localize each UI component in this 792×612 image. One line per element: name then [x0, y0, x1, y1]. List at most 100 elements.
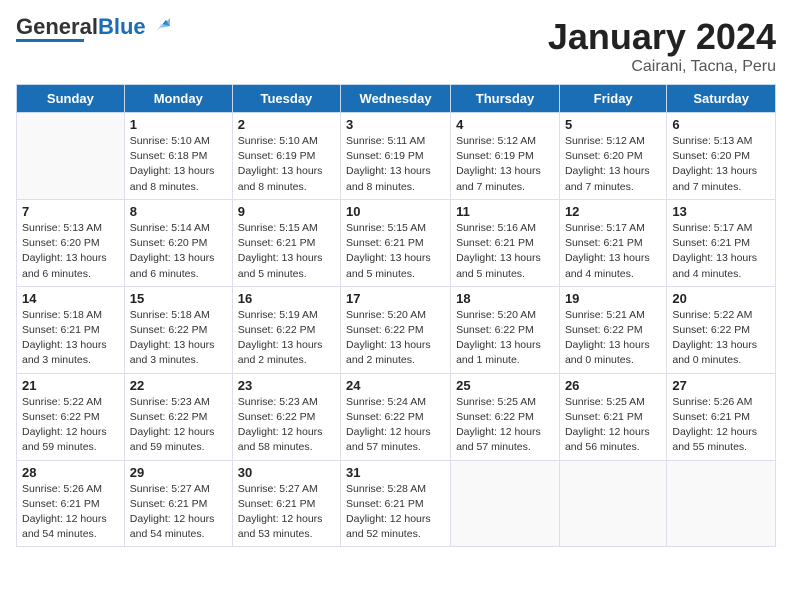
- day-number: 31: [346, 465, 445, 480]
- calendar-week-row: 14Sunrise: 5:18 AMSunset: 6:21 PMDayligh…: [17, 286, 776, 373]
- day-info: Sunrise: 5:15 AMSunset: 6:21 PMDaylight:…: [346, 221, 445, 282]
- calendar-cell: 11Sunrise: 5:16 AMSunset: 6:21 PMDayligh…: [451, 199, 560, 286]
- day-info: Sunrise: 5:12 AMSunset: 6:20 PMDaylight:…: [565, 134, 661, 195]
- calendar-table: SundayMondayTuesdayWednesdayThursdayFrid…: [16, 84, 776, 547]
- day-number: 1: [130, 117, 227, 132]
- day-number: 22: [130, 378, 227, 393]
- day-info: Sunrise: 5:26 AMSunset: 6:21 PMDaylight:…: [22, 482, 119, 543]
- logo-bird-icon: [148, 14, 170, 36]
- page-header: GeneralBlue January 2024 Cairani, Tacna,…: [16, 16, 776, 76]
- calendar-cell: 1 Sunrise: 5:10 AMSunset: 6:18 PMDaylight…: [124, 113, 232, 200]
- calendar-cell: 16 Sunrise: 5:19 AMSunset: 6:22 PMDayligh…: [232, 286, 340, 373]
- logo-blue: Blue: [98, 14, 146, 39]
- day-number: 19: [565, 291, 661, 306]
- day-info: Sunrise: 5:14 AMSunset: 6:20 PMDaylight:…: [130, 221, 227, 282]
- calendar-cell: 2 Sunrise: 5:10 AMSunset: 6:19 PMDaylight…: [232, 113, 340, 200]
- calendar-cell: 7 Sunrise: 5:13 AMSunset: 6:20 PMDaylight…: [17, 199, 125, 286]
- day-number: 28: [22, 465, 119, 480]
- calendar-cell: 28 Sunrise: 5:26 AMSunset: 6:21 PMDayligh…: [17, 460, 125, 547]
- day-number: 6: [672, 117, 770, 132]
- calendar-week-row: 7 Sunrise: 5:13 AMSunset: 6:20 PMDaylight…: [17, 199, 776, 286]
- calendar-cell: 10 Sunrise: 5:15 AMSunset: 6:21 PMDayligh…: [341, 199, 451, 286]
- day-info: Sunrise: 5:10 AMSunset: 6:18 PMDaylight:…: [130, 134, 227, 195]
- weekday-header-saturday: Saturday: [667, 85, 776, 113]
- logo-underline: [16, 39, 84, 42]
- day-info: Sunrise: 5:16 AMSunset: 6:21 PMDaylight:…: [456, 221, 554, 282]
- calendar-cell: 12 Sunrise: 5:17 AMSunset: 6:21 PMDayligh…: [559, 199, 666, 286]
- day-number: 30: [238, 465, 335, 480]
- calendar-cell: 20Sunrise: 5:22 AMSunset: 6:22 PMDayligh…: [667, 286, 776, 373]
- calendar-cell: 27Sunrise: 5:26 AMSunset: 6:21 PMDayligh…: [667, 373, 776, 460]
- calendar-cell: [559, 460, 666, 547]
- calendar-cell: 21Sunrise: 5:22 AMSunset: 6:22 PMDayligh…: [17, 373, 125, 460]
- day-info: Sunrise: 5:26 AMSunset: 6:21 PMDaylight:…: [672, 395, 770, 456]
- calendar-cell: 30Sunrise: 5:27 AMSunset: 6:21 PMDayligh…: [232, 460, 340, 547]
- day-info: Sunrise: 5:28 AMSunset: 6:21 PMDaylight:…: [346, 482, 445, 543]
- day-info: Sunrise: 5:17 AMSunset: 6:21 PMDaylight:…: [672, 221, 770, 282]
- calendar-cell: [451, 460, 560, 547]
- calendar-week-row: 21Sunrise: 5:22 AMSunset: 6:22 PMDayligh…: [17, 373, 776, 460]
- day-info: Sunrise: 5:23 AMSunset: 6:22 PMDaylight:…: [238, 395, 335, 456]
- weekday-header-tuesday: Tuesday: [232, 85, 340, 113]
- calendar-cell: 23 Sunrise: 5:23 AMSunset: 6:22 PMDayligh…: [232, 373, 340, 460]
- title-block: January 2024 Cairani, Tacna, Peru: [548, 16, 776, 76]
- weekday-header-row: SundayMondayTuesdayWednesdayThursdayFrid…: [17, 85, 776, 113]
- day-number: 26: [565, 378, 661, 393]
- calendar-cell: 17 Sunrise: 5:20 AMSunset: 6:22 PMDayligh…: [341, 286, 451, 373]
- calendar-cell: 8 Sunrise: 5:14 AMSunset: 6:20 PMDaylight…: [124, 199, 232, 286]
- calendar-cell: 22Sunrise: 5:23 AMSunset: 6:22 PMDayligh…: [124, 373, 232, 460]
- day-info: Sunrise: 5:20 AMSunset: 6:22 PMDaylight:…: [456, 308, 554, 369]
- day-number: 12: [565, 204, 661, 219]
- weekday-header-friday: Friday: [559, 85, 666, 113]
- day-info: Sunrise: 5:15 AMSunset: 6:21 PMDaylight:…: [238, 221, 335, 282]
- page-subtitle: Cairani, Tacna, Peru: [548, 58, 776, 76]
- logo-general: General: [16, 14, 98, 39]
- calendar-cell: 14Sunrise: 5:18 AMSunset: 6:21 PMDayligh…: [17, 286, 125, 373]
- day-info: Sunrise: 5:20 AMSunset: 6:22 PMDaylight:…: [346, 308, 445, 369]
- day-number: 3: [346, 117, 445, 132]
- day-info: Sunrise: 5:13 AMSunset: 6:20 PMDaylight:…: [22, 221, 119, 282]
- day-number: 7: [22, 204, 119, 219]
- day-info: Sunrise: 5:21 AMSunset: 6:22 PMDaylight:…: [565, 308, 661, 369]
- day-number: 18: [456, 291, 554, 306]
- day-info: Sunrise: 5:10 AMSunset: 6:19 PMDaylight:…: [238, 134, 335, 195]
- day-number: 21: [22, 378, 119, 393]
- calendar-cell: 29 Sunrise: 5:27 AMSunset: 6:21 PMDayligh…: [124, 460, 232, 547]
- day-number: 23: [238, 378, 335, 393]
- calendar-cell: 5Sunrise: 5:12 AMSunset: 6:20 PMDaylight…: [559, 113, 666, 200]
- calendar-cell: 31 Sunrise: 5:28 AMSunset: 6:21 PMDayligh…: [341, 460, 451, 547]
- page-title: January 2024: [548, 16, 776, 58]
- day-number: 4: [456, 117, 554, 132]
- day-number: 16: [238, 291, 335, 306]
- day-info: Sunrise: 5:25 AMSunset: 6:21 PMDaylight:…: [565, 395, 661, 456]
- calendar-cell: 13 Sunrise: 5:17 AMSunset: 6:21 PMDayligh…: [667, 199, 776, 286]
- day-number: 25: [456, 378, 554, 393]
- calendar-cell: 25Sunrise: 5:25 AMSunset: 6:22 PMDayligh…: [451, 373, 560, 460]
- day-info: Sunrise: 5:17 AMSunset: 6:21 PMDaylight:…: [565, 221, 661, 282]
- day-info: Sunrise: 5:11 AMSunset: 6:19 PMDaylight:…: [346, 134, 445, 195]
- day-number: 2: [238, 117, 335, 132]
- day-number: 17: [346, 291, 445, 306]
- day-info: Sunrise: 5:13 AMSunset: 6:20 PMDaylight:…: [672, 134, 770, 195]
- calendar-body: 1 Sunrise: 5:10 AMSunset: 6:18 PMDaylight…: [17, 113, 776, 547]
- calendar-cell: 6 Sunrise: 5:13 AMSunset: 6:20 PMDaylight…: [667, 113, 776, 200]
- day-info: Sunrise: 5:19 AMSunset: 6:22 PMDaylight:…: [238, 308, 335, 369]
- logo-block: GeneralBlue: [16, 16, 170, 42]
- logo-text: GeneralBlue: [16, 16, 146, 38]
- day-info: Sunrise: 5:22 AMSunset: 6:22 PMDaylight:…: [672, 308, 770, 369]
- calendar-cell: 24Sunrise: 5:24 AMSunset: 6:22 PMDayligh…: [341, 373, 451, 460]
- day-number: 10: [346, 204, 445, 219]
- weekday-header-wednesday: Wednesday: [341, 85, 451, 113]
- day-number: 29: [130, 465, 227, 480]
- day-number: 9: [238, 204, 335, 219]
- day-info: Sunrise: 5:18 AMSunset: 6:21 PMDaylight:…: [22, 308, 119, 369]
- calendar-cell: 4Sunrise: 5:12 AMSunset: 6:19 PMDaylight…: [451, 113, 560, 200]
- calendar-cell: 3 Sunrise: 5:11 AMSunset: 6:19 PMDaylight…: [341, 113, 451, 200]
- day-number: 13: [672, 204, 770, 219]
- calendar-cell: 18 Sunrise: 5:20 AMSunset: 6:22 PMDayligh…: [451, 286, 560, 373]
- calendar-cell: 19 Sunrise: 5:21 AMSunset: 6:22 PMDayligh…: [559, 286, 666, 373]
- day-number: 8: [130, 204, 227, 219]
- day-info: Sunrise: 5:18 AMSunset: 6:22 PMDaylight:…: [130, 308, 227, 369]
- calendar-cell: [17, 113, 125, 200]
- day-info: Sunrise: 5:27 AMSunset: 6:21 PMDaylight:…: [130, 482, 227, 543]
